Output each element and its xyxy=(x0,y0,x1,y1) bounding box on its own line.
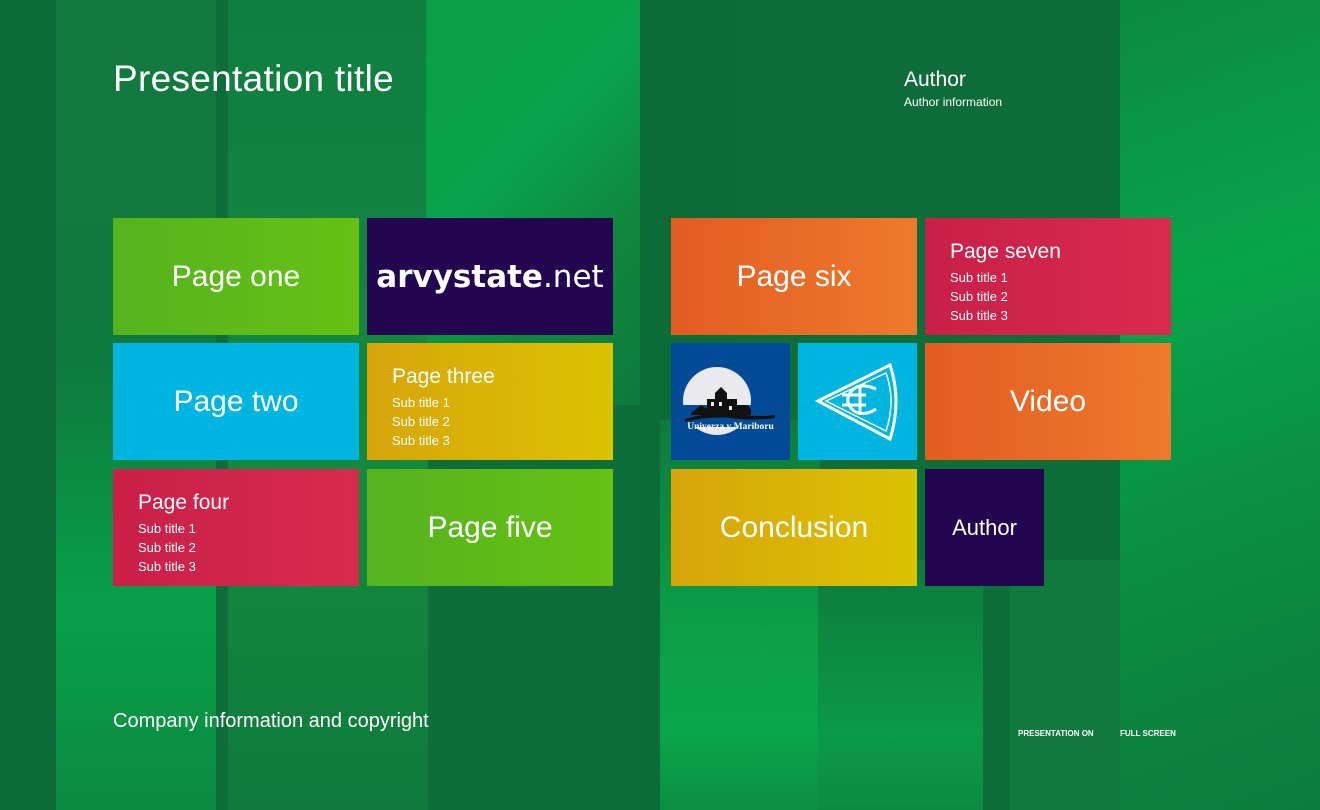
tile-label: Conclusion xyxy=(719,510,869,544)
tile-title: Page three xyxy=(392,365,495,388)
sub-title: Sub title 3 xyxy=(392,433,450,448)
background-stripe xyxy=(736,0,1121,220)
tile-title: Page four xyxy=(138,491,230,514)
sub-title: Sub title 2 xyxy=(950,289,1008,304)
tile-label: Page two xyxy=(173,384,299,418)
brand-logo-text: arvystate.net xyxy=(367,259,613,295)
sub-title: Sub title 1 xyxy=(138,521,196,536)
tile-content: Page seven Sub title 1 Sub title 2 Sub t… xyxy=(950,240,1061,325)
company-copyright: Company information and copyright xyxy=(113,710,429,732)
sub-title: Sub title 2 xyxy=(138,540,196,555)
tile-content: Page three Sub title 1 Sub title 2 Sub t… xyxy=(392,365,495,450)
tile-page-six[interactable]: Page six xyxy=(671,218,917,335)
tile-video[interactable]: Video xyxy=(925,343,1171,460)
brand-rest: .net xyxy=(542,258,604,295)
sub-title: Sub title 3 xyxy=(950,308,1008,323)
sub-title: Sub title 3 xyxy=(138,559,196,574)
author-information: Author information xyxy=(904,95,1003,109)
tile-title: Page seven xyxy=(950,240,1061,263)
tile-content: Page four Sub title 1 Sub title 2 Sub ti… xyxy=(138,491,229,576)
author-name: Author xyxy=(904,68,966,91)
background-stripe xyxy=(0,0,56,810)
presentation-title: Presentation title xyxy=(113,58,395,99)
tile-page-seven[interactable]: Page seven Sub title 1 Sub title 2 Sub t… xyxy=(925,218,1171,335)
tile-label: Author xyxy=(952,514,1017,540)
brand-bold: arvystate xyxy=(376,258,543,295)
tile-label: Page six xyxy=(736,259,852,293)
tile-page-two[interactable]: Page two xyxy=(113,343,359,460)
tile-page-one[interactable]: Page one xyxy=(113,218,359,335)
tile-label: Page five xyxy=(427,510,553,544)
tile-label: Page one xyxy=(171,259,301,293)
university-name: Univerza v Mariboru xyxy=(687,422,774,432)
sub-title: Sub title 1 xyxy=(392,395,450,410)
background-stripe xyxy=(1010,560,1120,810)
author-block: Author Author information xyxy=(904,68,1002,109)
university-building-icon xyxy=(683,367,778,435)
sub-title: Sub title 1 xyxy=(950,270,1008,285)
tile-page-three[interactable]: Page three Sub title 1 Sub title 2 Sub t… xyxy=(367,343,613,460)
sub-title: Sub title 2 xyxy=(392,414,450,429)
tile-university-logo[interactable]: Univerza v Mariboru xyxy=(671,343,790,460)
tile-brand-arvystate[interactable]: arvystate.net xyxy=(367,218,613,335)
shield-emblem-icon xyxy=(814,362,898,442)
tile-page-five[interactable]: Page five xyxy=(367,469,613,586)
presentation-on-button[interactable]: PRESENTATION ON xyxy=(1018,729,1094,738)
tile-page-four[interactable]: Page four Sub title 1 Sub title 2 Sub ti… xyxy=(113,469,359,586)
tile-conclusion[interactable]: Conclusion xyxy=(671,469,917,586)
tile-author[interactable]: Author xyxy=(925,469,1044,586)
full-screen-button[interactable]: FULL SCREEN xyxy=(1120,729,1176,738)
tile-label: Video xyxy=(1009,384,1087,418)
background-stripe xyxy=(818,560,983,810)
tile-emblem-logo[interactable] xyxy=(798,343,917,460)
